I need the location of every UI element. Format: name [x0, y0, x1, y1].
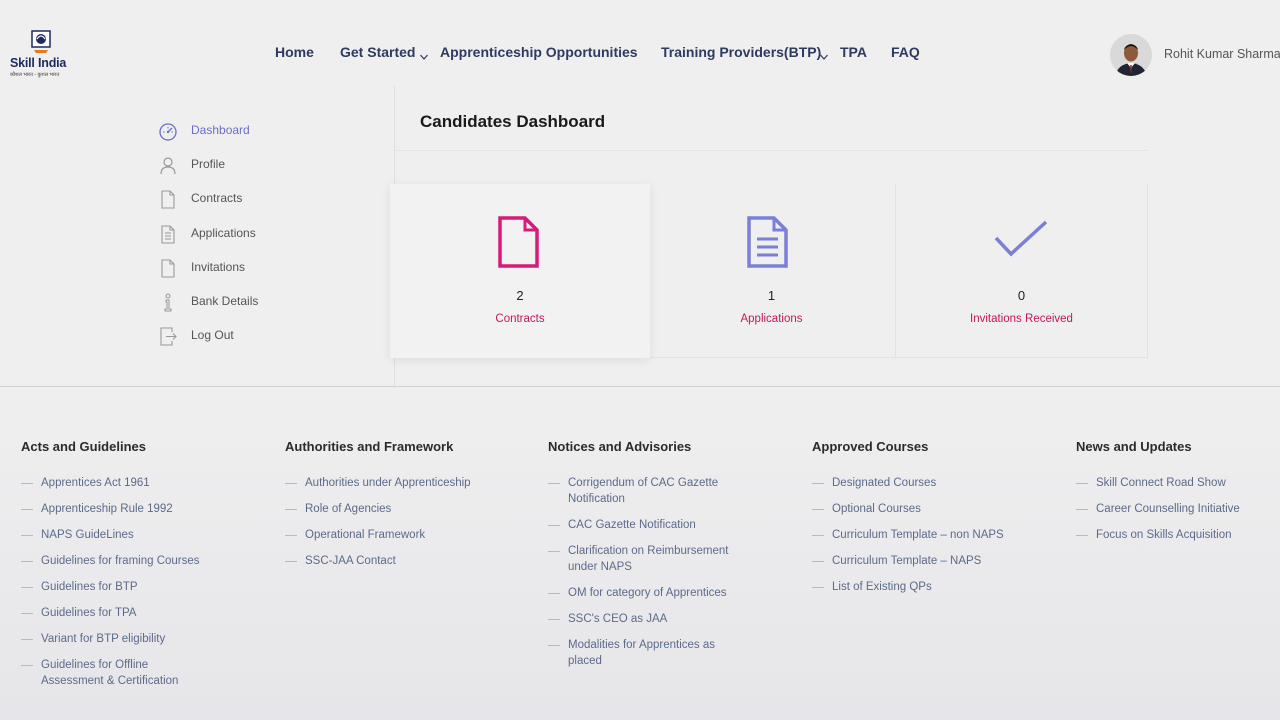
footer-link[interactable]: Curriculum Template – NAPS	[812, 553, 1062, 569]
footer-link[interactable]: CAC Gazette Notification	[548, 517, 748, 533]
sidebar-item-applications[interactable]: Applications	[158, 223, 358, 244]
footer-column-courses: Approved Courses Designated Courses Opti…	[812, 439, 1062, 605]
footer-column-authorities: Authorities and Framework Authorities un…	[285, 439, 535, 579]
brand-tagline: कौशल भारत - कुशल भारत	[10, 72, 60, 78]
footer-link[interactable]: Variant for BTP eligibility	[21, 631, 271, 647]
footer-link[interactable]: Guidelines for framing Courses	[21, 553, 271, 569]
sidebar-item-label: Invitations	[191, 260, 246, 274]
footer-link[interactable]: Clarification on Reimbursement under NAP…	[548, 543, 748, 575]
applications-count: 1	[767, 288, 776, 303]
footer-link[interactable]: OM for category of Apprentices	[548, 585, 748, 601]
sidebar-item-profile[interactable]: Profile	[158, 154, 358, 175]
footer-link[interactable]: SSC-JAA Contact	[285, 553, 535, 569]
sidebar-item-label: Profile	[191, 157, 226, 171]
document-lines-icon	[161, 225, 175, 244]
contracts-card[interactable]: 2 Contracts	[390, 184, 650, 358]
sidebar-item-label: Dashboard	[191, 123, 250, 137]
contracts-count: 2	[516, 288, 524, 303]
nav-item-tpa[interactable]: TPA	[840, 44, 867, 60]
nav-item-faq[interactable]: FAQ	[891, 44, 920, 60]
footer-heading: Notices and Advisories	[548, 439, 692, 454]
document-icon	[161, 190, 175, 209]
nav-item-home[interactable]: Home	[275, 44, 314, 60]
user-photo-icon	[1110, 34, 1152, 76]
invitations-label: Invitations Received	[970, 313, 1073, 325]
sidebar-item-invitations[interactable]: Invitations	[158, 257, 358, 278]
footer-link[interactable]: Role of Agencies	[285, 501, 535, 517]
speedometer-icon	[159, 123, 177, 141]
page-title: Candidates Dashboard	[420, 112, 606, 131]
footer-link[interactable]: Focus on Skills Acquisition	[1076, 527, 1266, 543]
footer-heading: Authorities and Framework	[285, 439, 454, 454]
avatar[interactable]	[1110, 34, 1152, 76]
applications-label: Applications	[740, 313, 803, 325]
user-icon	[160, 157, 176, 175]
sidebar-item-contracts[interactable]: Contracts	[158, 188, 358, 209]
logout-icon	[160, 327, 177, 346]
info-icon	[164, 293, 172, 312]
footer-column-notices: Notices and Advisories Corrigendum of CA…	[548, 439, 748, 679]
nav-item-apprenticeship-opportunities[interactable]: Apprenticeship Opportunities	[440, 44, 638, 60]
sidebar-item-label: Log Out	[191, 328, 234, 342]
document-lines-icon	[747, 216, 788, 268]
footer-column-acts: Acts and Guidelines Apprentices Act 1961…	[21, 439, 271, 699]
footer-heading: News and Updates	[1076, 439, 1192, 454]
footer-link[interactable]: Skill Connect Road Show	[1076, 475, 1266, 491]
sidebar-item-dashboard[interactable]: Dashboard	[158, 120, 358, 141]
nav-item-training-providers[interactable]: Training Providers(BTP)	[661, 44, 821, 60]
footer-link[interactable]: Career Counselling Initiative	[1076, 501, 1266, 517]
footer-column-news: News and Updates Skill Connect Road Show…	[1076, 439, 1266, 553]
footer-link[interactable]: Corrigendum of CAC Gazette Notification	[548, 475, 748, 507]
user-name[interactable]: Rohit Kumar Sharma	[1164, 47, 1280, 61]
footer-link[interactable]: Designated Courses	[812, 475, 1062, 491]
footer-link[interactable]: Authorities under Apprenticeship	[285, 475, 535, 491]
footer-link[interactable]: Modalities for Apprentices as placed	[548, 637, 748, 669]
sidebar-item-bank-details[interactable]: Bank Details	[158, 291, 358, 312]
check-icon	[994, 220, 1048, 257]
contracts-label: Contracts	[495, 313, 545, 325]
footer-link[interactable]: Curriculum Template – non NAPS	[812, 527, 1062, 543]
footer-link[interactable]: Guidelines for Offline Assessment & Cert…	[21, 657, 201, 689]
footer-link[interactable]: Optional Courses	[812, 501, 1062, 517]
brand-name: Skill India	[10, 56, 67, 70]
chevron-down-icon[interactable]	[820, 53, 828, 61]
sidebar-item-label: Contracts	[191, 191, 243, 205]
footer-heading: Acts and Guidelines	[21, 439, 146, 454]
chevron-down-icon[interactable]	[420, 53, 428, 61]
sidebar-item-label: Bank Details	[191, 294, 259, 308]
footer-link[interactable]: Operational Framework	[285, 527, 535, 543]
document-icon	[161, 259, 175, 278]
sidebar-item-log-out[interactable]: Log Out	[158, 325, 358, 346]
footer-heading: Approved Courses	[812, 439, 929, 454]
footer-link[interactable]: SSC's CEO as JAA	[548, 611, 748, 627]
footer-link[interactable]: Guidelines for BTP	[21, 579, 271, 595]
sidebar-item-label: Applications	[191, 226, 256, 240]
footer-link[interactable]: Guidelines for TPA	[21, 605, 271, 621]
header: Skill India कौशल भारत - कुशल भारत Home G…	[0, 0, 1280, 86]
title-divider	[396, 150, 1148, 151]
footer-link[interactable]: List of Existing QPs	[812, 579, 1062, 595]
footer-link[interactable]: Apprenticeship Rule 1992	[21, 501, 271, 517]
invitations-count: 0	[1017, 288, 1026, 303]
footer-link[interactable]: Apprentices Act 1961	[21, 475, 271, 491]
footer-link[interactable]: NAPS GuideLines	[21, 527, 271, 543]
document-icon	[498, 216, 539, 268]
skill-india-logo[interactable]: Skill India कौशल भारत - कुशल भारत	[10, 30, 74, 82]
nav-item-get-started[interactable]: Get Started	[340, 44, 415, 60]
invitations-card[interactable]: 0 Invitations Received	[896, 184, 1148, 358]
applications-card[interactable]: 1 Applications	[648, 184, 896, 358]
footer: Acts and Guidelines Apprentices Act 1961…	[0, 387, 1280, 720]
skill-india-emblem-icon	[31, 30, 51, 53]
